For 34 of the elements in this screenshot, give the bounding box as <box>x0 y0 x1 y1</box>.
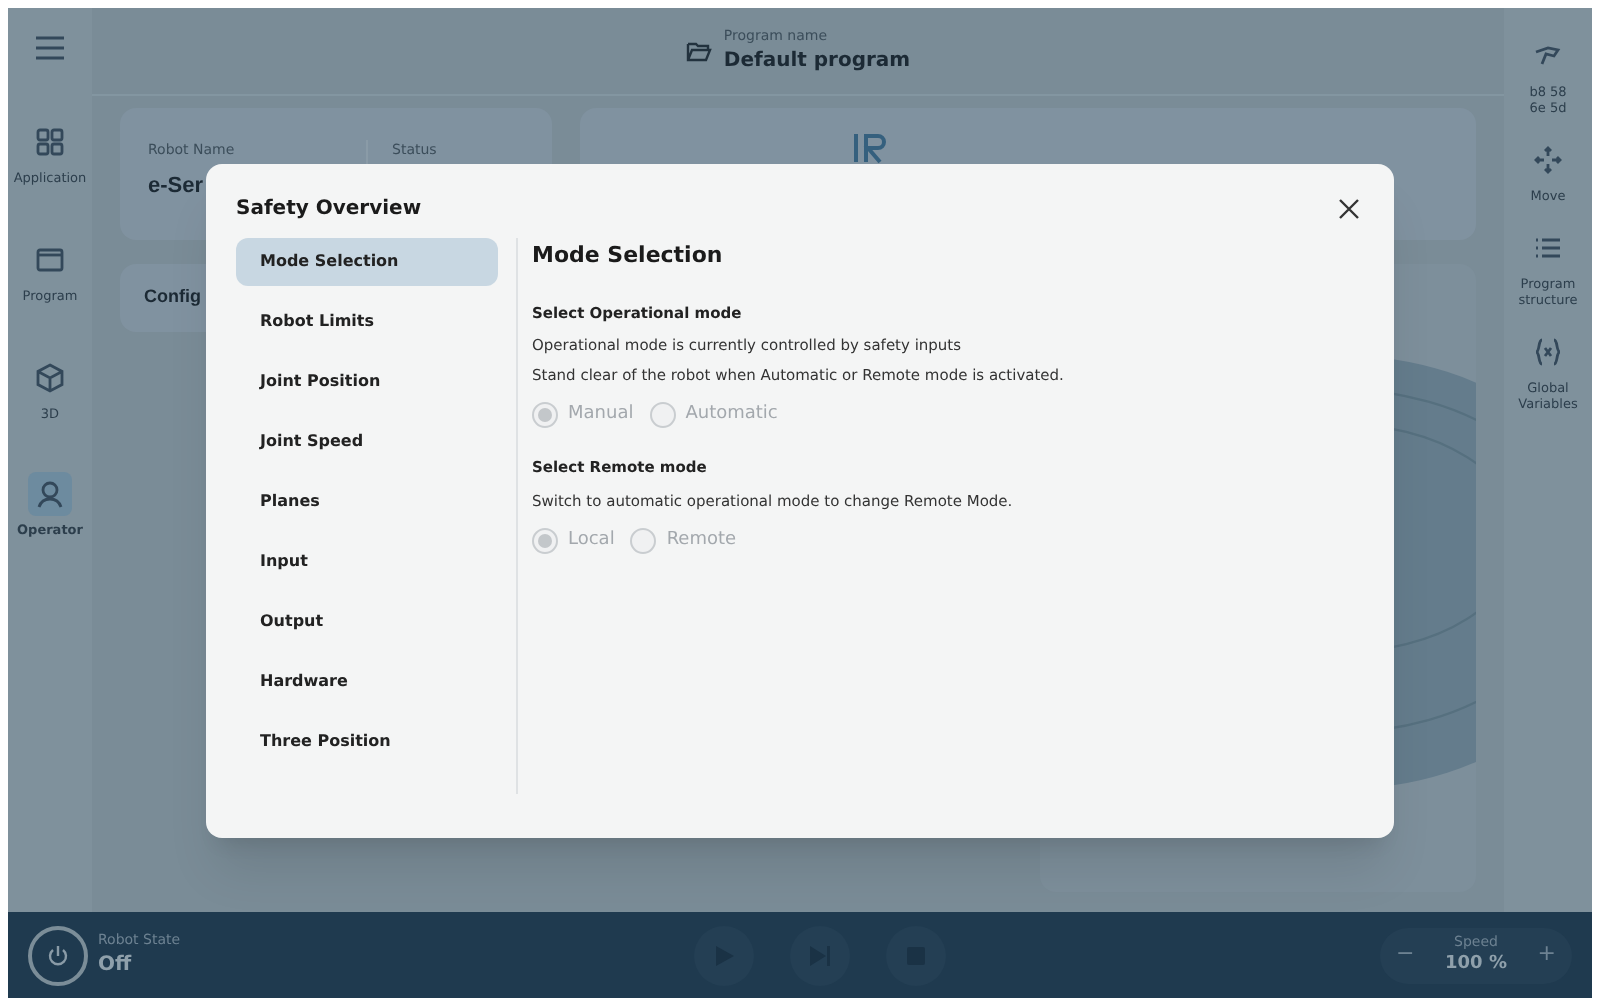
dialog-nav-item[interactable]: Joint Position <box>236 358 498 406</box>
config-title: Config <box>144 284 201 311</box>
power-button[interactable] <box>28 925 88 985</box>
increase-speed-button[interactable]: + <box>1537 938 1556 972</box>
dialog-nav-item[interactable]: Input <box>236 538 498 586</box>
grid-icon <box>34 126 66 158</box>
robot-name-value: e-Ser <box>148 171 204 201</box>
folder-icon <box>685 40 712 62</box>
radio-label: Remote <box>666 527 737 553</box>
menu-icon[interactable] <box>36 36 64 60</box>
power-icon <box>46 943 70 967</box>
dialog-nav-item[interactable]: Joint Speed <box>236 418 498 466</box>
decrease-speed-button[interactable]: − <box>1396 938 1415 972</box>
person-icon <box>34 478 66 511</box>
dialog-nav-item[interactable]: Mode Selection <box>236 238 498 286</box>
robot-state-value: Off <box>98 952 134 981</box>
radio-label: Manual <box>568 401 634 428</box>
speed-value: 100 % <box>1445 952 1507 978</box>
variable-icon <box>1532 336 1564 368</box>
move-arrows-icon <box>1532 144 1564 176</box>
section-heading: Mode Selection <box>532 240 725 272</box>
radio-label: Automatic <box>685 401 778 428</box>
cube-icon <box>34 361 66 393</box>
radio-label: Local <box>568 527 615 553</box>
dialog-title: Safety Overview <box>236 196 422 224</box>
window-icon <box>34 243 66 276</box>
dialog-nav-item[interactable]: Output <box>236 598 498 646</box>
dialog-nav-item[interactable]: Robot Limits <box>236 298 498 346</box>
program-name: Default program <box>723 48 911 77</box>
dialog-nav-item[interactable]: Hardware <box>236 658 498 706</box>
logo-icon <box>852 132 888 164</box>
close-icon[interactable] <box>1338 198 1360 220</box>
dialog-nav-item[interactable]: Planes <box>236 478 498 526</box>
dialog-nav-item[interactable]: Three Position <box>236 718 498 766</box>
